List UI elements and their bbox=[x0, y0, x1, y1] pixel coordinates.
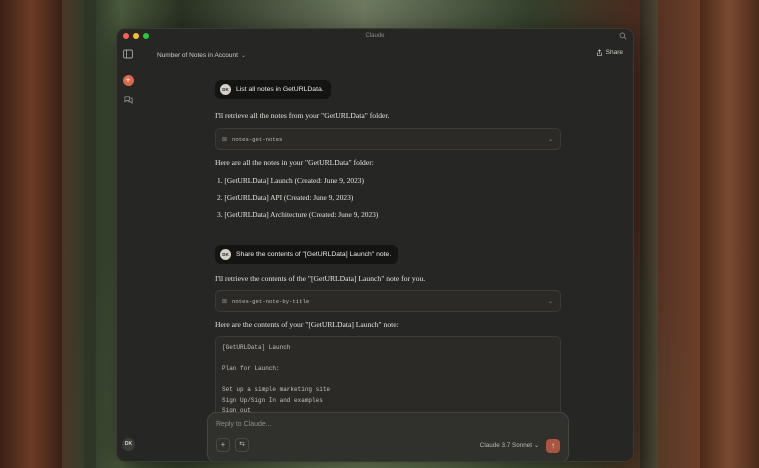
tools-button[interactable]: ⇆ bbox=[235, 438, 249, 452]
assistant-message: I'll retrieve the contents of the "[GetU… bbox=[215, 274, 426, 283]
code-line: Plan for Launch: bbox=[222, 365, 280, 372]
conversation-title[interactable]: Number of Notes in Account bbox=[157, 52, 238, 59]
user-message: DK List all notes in GetURLData. bbox=[215, 80, 331, 99]
code-line: [GetURLData] Launch bbox=[222, 344, 291, 351]
window-title: Claude bbox=[365, 33, 385, 39]
title-bar: Claude bbox=[117, 29, 633, 43]
search-icon[interactable] bbox=[619, 32, 627, 40]
chevron-down-icon[interactable]: ⌄ bbox=[241, 52, 246, 59]
chevron-down-icon: ⌄ bbox=[547, 298, 553, 305]
background-tree-far-left bbox=[84, 0, 96, 468]
code-line: Sign Up/Sign In and examples bbox=[222, 396, 323, 404]
tool-call[interactable]: ⊠ notes-get-notes ⌄ bbox=[215, 128, 561, 150]
chat-thread: DK List all notes in GetURLData. I'll re… bbox=[215, 78, 561, 426]
tool-call[interactable]: ⊠ notes-get-note-by-title ⌄ bbox=[215, 290, 561, 312]
chevron-down-icon: ⌄ bbox=[547, 136, 553, 143]
background-tree-left bbox=[0, 0, 62, 468]
maximize-window-button[interactable] bbox=[143, 33, 149, 39]
user-message: DK Share the contents of "[GetURLData] L… bbox=[215, 245, 399, 264]
assistant-message: Here are the contents of your "[GetURLDa… bbox=[215, 320, 399, 329]
tool-icon: ⊠ bbox=[222, 298, 228, 305]
arrow-up-icon: ↑ bbox=[551, 441, 555, 450]
tool-call-name: notes-get-notes bbox=[232, 135, 283, 143]
sidebar: + DK bbox=[117, 43, 139, 461]
code-line: Set up a simple marketing site bbox=[222, 386, 331, 393]
chats-icon[interactable] bbox=[124, 95, 133, 104]
model-selector[interactable]: Claude 3.7 Sonnet ⌄ bbox=[480, 442, 539, 449]
plus-icon: + bbox=[220, 440, 226, 449]
close-window-button[interactable] bbox=[123, 33, 129, 39]
add-attachment-button[interactable]: + bbox=[216, 438, 230, 452]
sliders-icon: ⇆ bbox=[239, 441, 245, 448]
user-avatar: DK bbox=[220, 249, 231, 260]
list-item: 3. [GetURLData] Architecture (Created: J… bbox=[217, 210, 379, 219]
reply-input[interactable]: Reply to Claude... bbox=[216, 421, 272, 428]
tool-call-name: notes-get-note-by-title bbox=[232, 297, 310, 305]
list-item: 2. [GetURLData] API (Created: June 9, 20… bbox=[217, 193, 354, 202]
notes-list: 1. [GetURLData] Launch (Created: June 9,… bbox=[217, 176, 561, 219]
share-label: Share bbox=[605, 49, 623, 56]
background-tree-far-right bbox=[640, 0, 658, 468]
message-composer[interactable]: Reply to Claude... + ⇆ Claude 3.7 Sonnet… bbox=[207, 412, 569, 461]
plus-icon: + bbox=[125, 75, 131, 85]
share-icon bbox=[596, 49, 602, 56]
user-avatar[interactable]: DK bbox=[122, 438, 135, 451]
user-message-text: List all notes in GetURLData. bbox=[236, 86, 324, 93]
conversation-header: Number of Notes in Account ⌄ Share bbox=[157, 49, 623, 61]
share-button[interactable]: Share bbox=[596, 49, 623, 56]
user-avatar: DK bbox=[220, 84, 231, 95]
assistant-message: Here are all the notes in your "GetURLDa… bbox=[215, 158, 374, 167]
sidebar-toggle-icon[interactable] bbox=[123, 49, 133, 59]
new-chat-button[interactable]: + bbox=[122, 75, 134, 86]
user-message-text: Share the contents of "[GetURLData] Laun… bbox=[236, 251, 392, 258]
send-button[interactable]: ↑ bbox=[546, 439, 560, 453]
assistant-message: I'll retrieve all the notes from your "G… bbox=[215, 111, 390, 120]
claude-app-window: Claude + DK Number of Notes in Account ⌄… bbox=[116, 28, 634, 462]
window-controls bbox=[123, 33, 149, 39]
list-item: 1. [GetURLData] Launch (Created: June 9,… bbox=[217, 176, 364, 185]
minimize-window-button[interactable] bbox=[133, 33, 139, 39]
tool-icon: ⊠ bbox=[222, 136, 228, 143]
background-tree-right bbox=[700, 0, 759, 468]
